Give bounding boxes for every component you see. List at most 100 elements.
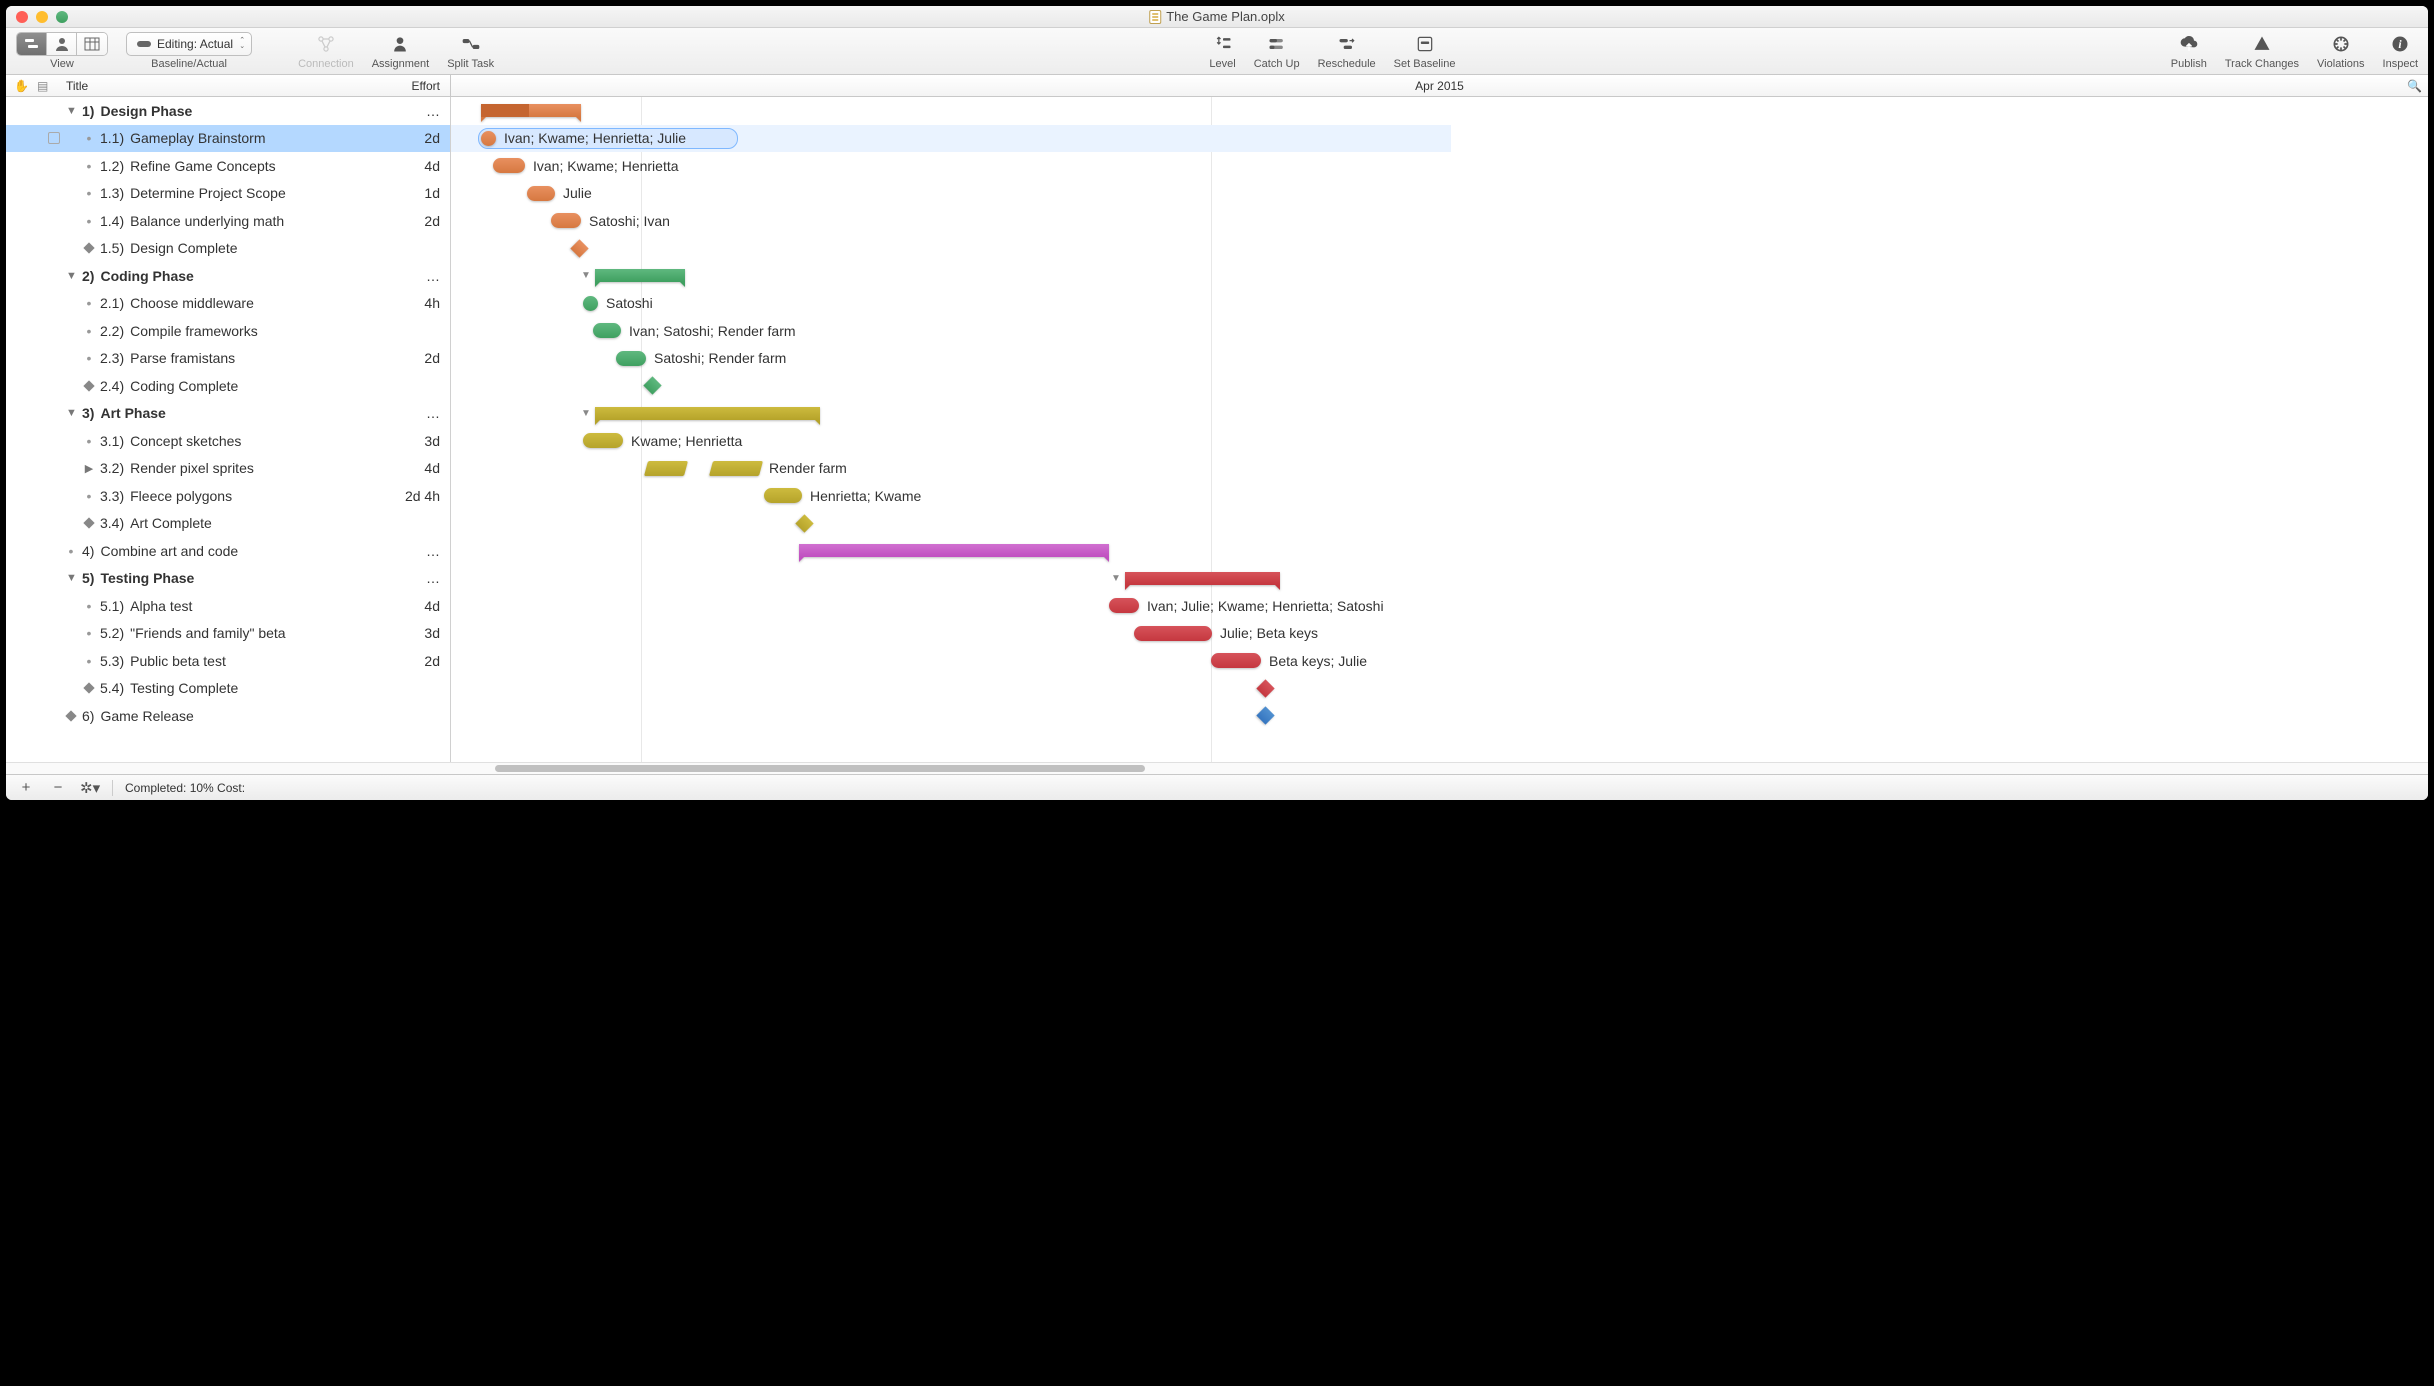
task-row[interactable]: ▼5)Testing Phase… bbox=[6, 565, 450, 593]
gantt-bar[interactable]: Henrietta; Kwame bbox=[764, 482, 921, 510]
task-effort[interactable]: 2d 4h bbox=[380, 488, 450, 504]
scrollbar-thumb[interactable] bbox=[495, 765, 1145, 772]
task-row[interactable]: 6)Game Release bbox=[6, 702, 450, 730]
task-title[interactable]: "Friends and family" beta bbox=[130, 625, 380, 641]
gantt-bar[interactable]: ▼ bbox=[581, 262, 685, 290]
gantt-bar[interactable]: Satoshi bbox=[583, 290, 653, 318]
gantt-bar[interactable] bbox=[481, 97, 581, 125]
note-icon[interactable] bbox=[48, 132, 60, 144]
task-effort[interactable]: 4d bbox=[380, 158, 450, 174]
gantt-bar[interactable] bbox=[1259, 702, 1272, 730]
disclosure-right-icon[interactable]: ▶ bbox=[84, 462, 94, 475]
gantt-bar[interactable]: Ivan; Kwame; Henrietta; Julie bbox=[481, 125, 686, 153]
gantt-bar[interactable] bbox=[646, 372, 659, 400]
task-title[interactable]: Testing Complete bbox=[130, 680, 380, 696]
task-row[interactable]: 5.4)Testing Complete bbox=[6, 675, 450, 703]
disclosure-down-icon[interactable]: ▼ bbox=[66, 105, 76, 117]
task-row[interactable]: ▼2)Coding Phase… bbox=[6, 262, 450, 290]
gantt-bar[interactable]: Satoshi; Render farm bbox=[616, 345, 786, 373]
task-title[interactable]: Design Complete bbox=[130, 240, 380, 256]
task-row[interactable]: •1.2)Refine Game Concepts4d bbox=[6, 152, 450, 180]
task-row[interactable]: ▼1)Design Phase… bbox=[6, 97, 450, 125]
task-effort[interactable]: … bbox=[380, 405, 450, 421]
gantt-bar[interactable] bbox=[573, 235, 586, 263]
gantt-bar[interactable]: Ivan; Kwame; Henrietta bbox=[493, 152, 679, 180]
gantt-bar[interactable]: Beta keys; Julie bbox=[1211, 647, 1367, 675]
gantt-bar[interactable] bbox=[798, 510, 811, 538]
task-row[interactable]: 1.5)Design Complete bbox=[6, 235, 450, 263]
task-effort[interactable]: 3d bbox=[380, 625, 450, 641]
reschedule-button[interactable] bbox=[1334, 32, 1360, 56]
set-baseline-button[interactable] bbox=[1412, 32, 1438, 56]
task-row[interactable]: •5.2)"Friends and family" beta3d bbox=[6, 620, 450, 648]
disclosure-down-icon[interactable]: ▼ bbox=[66, 572, 76, 584]
view-segmented-control[interactable] bbox=[16, 32, 108, 56]
task-effort[interactable]: 4d bbox=[380, 598, 450, 614]
task-title[interactable]: Fleece polygons bbox=[130, 488, 380, 504]
hand-icon[interactable]: ✋ bbox=[14, 79, 29, 93]
gantt-bar[interactable]: Ivan; Satoshi; Render farm bbox=[593, 317, 796, 345]
task-effort[interactable]: … bbox=[380, 570, 450, 586]
task-effort[interactable]: 2d bbox=[380, 653, 450, 669]
baseline-actual-dropdown[interactable]: Editing: Actual bbox=[126, 32, 252, 56]
task-title[interactable]: Choose middleware bbox=[130, 295, 380, 311]
gantt-bar[interactable]: Julie bbox=[527, 180, 592, 208]
task-title[interactable]: Parse framistans bbox=[130, 350, 380, 366]
task-effort[interactable]: 3d bbox=[380, 433, 450, 449]
track-changes-button[interactable] bbox=[2249, 32, 2275, 56]
add-button[interactable]: + bbox=[16, 779, 36, 796]
gantt-bar[interactable] bbox=[799, 537, 1109, 565]
violations-button[interactable] bbox=[2328, 32, 2354, 56]
gantt-bar[interactable]: Satoshi; Ivan bbox=[551, 207, 670, 235]
task-row[interactable]: •2.2)Compile frameworks bbox=[6, 317, 450, 345]
view-resources-button[interactable] bbox=[47, 33, 77, 55]
close-window-button[interactable] bbox=[16, 11, 28, 23]
task-title[interactable]: Design Phase bbox=[100, 103, 380, 119]
task-row[interactable]: •3.1)Concept sketches3d bbox=[6, 427, 450, 455]
group-disclosure-icon[interactable]: ▼ bbox=[581, 408, 591, 419]
gantt-bar[interactable]: ▼ bbox=[581, 400, 820, 428]
gantt-bar[interactable]: Ivan; Julie; Kwame; Henrietta; Satoshi bbox=[1109, 592, 1384, 620]
task-row[interactable]: •1.3)Determine Project Scope1d bbox=[6, 180, 450, 208]
gantt-chart[interactable]: Ivan; Kwame; Henrietta; JulieIvan; Kwame… bbox=[451, 97, 2428, 762]
gantt-bar[interactable]: Render farm bbox=[646, 455, 847, 483]
task-outline[interactable]: ▼1)Design Phase…•1.1)Gameplay Brainstorm… bbox=[6, 97, 451, 762]
view-gantt-button[interactable] bbox=[17, 33, 47, 55]
task-row[interactable]: •2.1)Choose middleware4h bbox=[6, 290, 450, 318]
task-title[interactable]: Coding Complete bbox=[130, 378, 380, 394]
task-title[interactable]: Testing Phase bbox=[100, 570, 380, 586]
task-effort[interactable]: 1d bbox=[380, 185, 450, 201]
gantt-bar[interactable]: Kwame; Henrietta bbox=[583, 427, 742, 455]
task-effort[interactable]: 2d bbox=[380, 130, 450, 146]
view-calendar-button[interactable] bbox=[77, 33, 107, 55]
task-title[interactable]: Alpha test bbox=[130, 598, 380, 614]
task-row[interactable]: 2.4)Coding Complete bbox=[6, 372, 450, 400]
task-title[interactable]: Game Release bbox=[100, 708, 380, 724]
task-row[interactable]: •5.3)Public beta test2d bbox=[6, 647, 450, 675]
group-disclosure-icon[interactable]: ▼ bbox=[1111, 573, 1121, 584]
task-effort[interactable]: 2d bbox=[380, 213, 450, 229]
task-row[interactable]: •3.3)Fleece polygons2d 4h bbox=[6, 482, 450, 510]
task-row[interactable]: •1.4)Balance underlying math2d bbox=[6, 207, 450, 235]
task-title[interactable]: Determine Project Scope bbox=[130, 185, 380, 201]
task-row[interactable]: 3.4)Art Complete bbox=[6, 510, 450, 538]
timeline-header[interactable]: Apr 2015 🔍 bbox=[451, 79, 2428, 93]
task-title[interactable]: Public beta test bbox=[130, 653, 380, 669]
task-title[interactable]: Gameplay Brainstorm bbox=[130, 130, 380, 146]
titlebar[interactable]: The Game Plan.oplx bbox=[6, 6, 2428, 28]
remove-button[interactable]: − bbox=[48, 779, 68, 796]
minimize-window-button[interactable] bbox=[36, 11, 48, 23]
task-title[interactable]: Combine art and code bbox=[100, 543, 380, 559]
note-column-icon[interactable]: ▤ bbox=[37, 79, 48, 93]
inspect-button[interactable]: i bbox=[2387, 32, 2413, 56]
split-task-button[interactable] bbox=[458, 32, 484, 56]
assignment-button[interactable] bbox=[387, 32, 413, 56]
task-title[interactable]: Compile frameworks bbox=[130, 323, 380, 339]
task-row[interactable]: •1.1)Gameplay Brainstorm2d bbox=[6, 125, 450, 153]
search-icon[interactable]: 🔍 bbox=[2407, 79, 2422, 93]
zoom-window-button[interactable] bbox=[56, 11, 68, 23]
task-title[interactable]: Balance underlying math bbox=[130, 213, 380, 229]
task-title[interactable]: Concept sketches bbox=[130, 433, 380, 449]
column-title[interactable]: Title bbox=[66, 79, 390, 93]
catch-up-button[interactable] bbox=[1264, 32, 1290, 56]
